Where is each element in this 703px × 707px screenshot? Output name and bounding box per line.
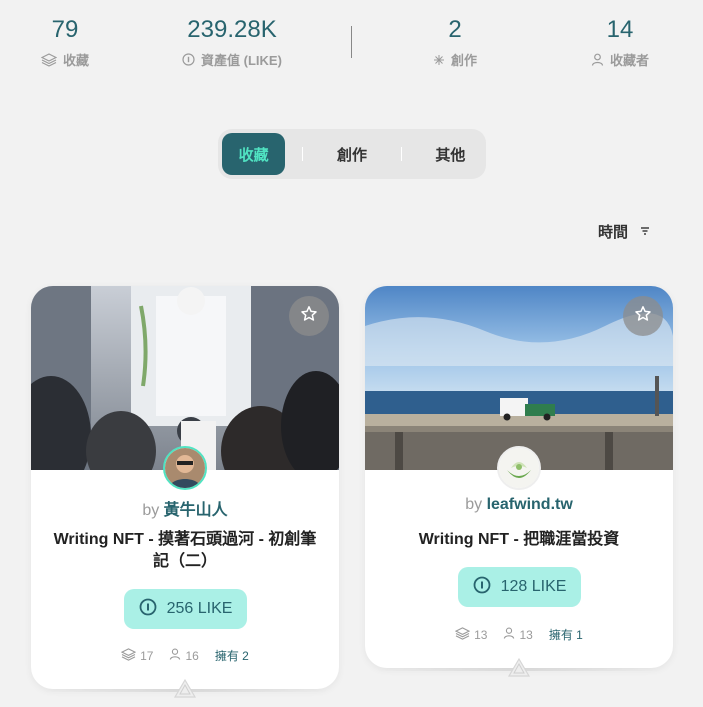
sort-label: 時間	[598, 224, 629, 241]
filter-tabs: 收藏 創作 其他	[218, 129, 486, 179]
stat-creations: 2 創作	[420, 14, 490, 69]
stats-divider	[351, 26, 352, 58]
sort-dropdown[interactable]: 時間	[598, 221, 650, 242]
stat-asset-value-label: 資產值 (LIKE)	[201, 53, 282, 68]
sort-icon	[640, 223, 650, 240]
person-icon	[591, 53, 604, 66]
star-icon	[300, 305, 318, 328]
stat-collections: 79 收藏	[30, 14, 100, 69]
tab-other[interactable]: 其他	[419, 133, 482, 175]
stat-creations-value: 2	[448, 16, 462, 43]
stat-creations-label: 創作	[450, 53, 477, 68]
stat-collections-label: 收藏	[62, 53, 89, 68]
owned-count: 擁有 1	[548, 628, 583, 642]
nft-title[interactable]: Writing NFT - 摸著石頭過河 - 初創筆記（二）	[51, 529, 319, 573]
stat-collectors-label: 收藏者	[609, 53, 649, 68]
price-label: 128 LIKE	[500, 578, 567, 595]
person-icon	[169, 648, 181, 663]
nft-badge-icon	[173, 677, 197, 701]
nft-meta: 13 13 擁有 1	[365, 626, 673, 643]
stat-asset-value-number: 239.28K	[187, 16, 277, 43]
nft-meta: 17 16 擁有 2	[31, 647, 339, 664]
owned-count: 擁有 2	[214, 649, 249, 663]
collector-count: 16	[185, 648, 199, 663]
like-coin-icon	[182, 53, 195, 66]
tab-divider	[302, 147, 304, 161]
stats-bar: 79 收藏 239.28K 資產值 (LIKE) 2 創作 14 收藏者	[0, 0, 703, 80]
star-icon	[634, 305, 652, 328]
collect-price-button[interactable]: 128 LIKE	[458, 567, 581, 607]
layers-icon	[40, 52, 57, 67]
sparkle-icon	[433, 54, 445, 66]
by-label: by	[142, 502, 160, 519]
like-coin-icon	[139, 598, 157, 621]
nft-badge-icon	[507, 656, 531, 680]
favorite-button[interactable]	[289, 296, 329, 336]
tab-divider	[400, 147, 402, 161]
collector-count: 13	[519, 627, 533, 642]
like-coin-icon	[473, 576, 491, 599]
person-icon	[503, 627, 515, 642]
collection-count: 17	[140, 648, 154, 663]
nft-cover-image[interactable]	[31, 286, 339, 470]
layers-icon	[454, 626, 471, 643]
avatar[interactable]	[163, 446, 207, 490]
stat-asset-value: 239.28K 資產值 (LIKE)	[170, 14, 294, 69]
author-name[interactable]: 黃牛山人	[164, 502, 228, 519]
layers-icon	[120, 647, 137, 664]
price-label: 256 LIKE	[166, 600, 233, 617]
stat-collectors: 14 收藏者	[580, 14, 660, 69]
nft-cover-image[interactable]	[365, 286, 673, 470]
tab-collected[interactable]: 收藏	[222, 133, 286, 175]
author-name[interactable]: leafwind.tw	[487, 496, 573, 513]
collect-price-button[interactable]: 256 LIKE	[124, 589, 247, 629]
nft-title[interactable]: Writing NFT - 把職涯當投資	[385, 529, 653, 551]
tab-created[interactable]: 創作	[320, 133, 383, 175]
nft-card[interactable]: by 黃牛山人 Writing NFT - 摸著石頭過河 - 初創筆記（二） 2…	[31, 286, 339, 698]
avatar[interactable]	[497, 446, 541, 490]
nft-card[interactable]: by leafwind.tw Writing NFT - 把職涯當投資 128 …	[365, 286, 673, 677]
by-label: by	[465, 496, 483, 513]
favorite-button[interactable]	[623, 296, 663, 336]
stat-collections-value: 79	[51, 16, 79, 43]
collection-count: 13	[474, 627, 488, 642]
stat-collectors-value: 14	[606, 16, 634, 43]
